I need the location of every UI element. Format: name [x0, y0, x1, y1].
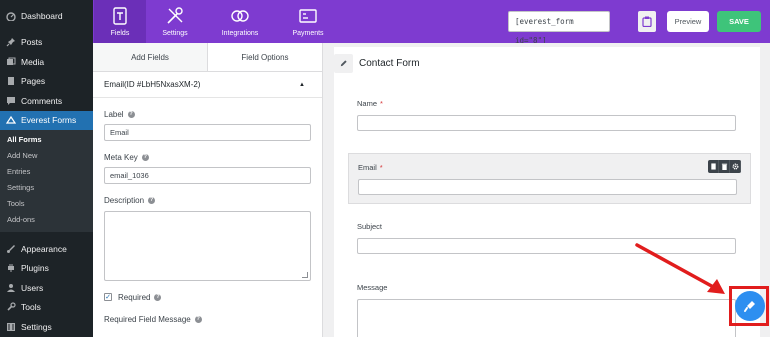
tab-payments-label: Payments: [292, 30, 324, 37]
menu-tools[interactable]: Tools: [0, 298, 93, 318]
shortcode-field[interactable]: [everest_form id="8"]: [508, 11, 610, 45]
menu-comments-label: Comments: [21, 95, 63, 106]
field-email-selected[interactable]: Email *: [348, 153, 751, 204]
label-input[interactable]: Email: [104, 124, 311, 141]
form-header: Contact Form: [334, 53, 420, 73]
menu-users-label: Users: [21, 282, 44, 293]
clipboard-icon: [642, 16, 652, 27]
integrations-icon: [231, 10, 249, 22]
help-icon[interactable]: ?: [127, 110, 135, 118]
tab-field-options[interactable]: Field Options: [207, 43, 322, 71]
menu-comments[interactable]: Comments: [0, 91, 93, 111]
required-asterisk: *: [379, 163, 383, 172]
field-options-panel: Add Fields Field Options Email(ID #LbH5N…: [93, 43, 323, 337]
menu-plugins-label: Plugins: [21, 263, 49, 274]
fields-icon: [113, 7, 127, 25]
submenu-settings[interactable]: Settings: [0, 180, 93, 196]
field-subject-label: Subject: [357, 222, 383, 231]
copy-shortcode-button[interactable]: [638, 11, 656, 32]
help-icon[interactable]: ?: [194, 315, 202, 323]
menu-dashboard[interactable]: Dashboard: [0, 6, 93, 26]
tab-add-fields[interactable]: Add Fields: [93, 43, 207, 71]
submenu-entries[interactable]: Entries: [0, 164, 93, 180]
required-label: Required: [118, 292, 151, 302]
field-options-header[interactable]: Email(ID #LbH5NxasXM-2) ▲: [93, 72, 322, 98]
submenu-add-ons[interactable]: Add-ons: [0, 212, 93, 228]
wp-admin-sidebar: Dashboard Posts Media Pages Comments Eve…: [0, 0, 93, 337]
tab-payments[interactable]: Payments: [282, 0, 334, 43]
paint-roller-icon: [744, 301, 755, 312]
message-textarea[interactable]: [357, 299, 736, 337]
help-icon[interactable]: ?: [148, 196, 156, 204]
required-asterisk: *: [380, 99, 383, 108]
everest-forms-submenu: All Forms Add New Entries Settings Tools…: [0, 130, 93, 232]
required-message-label: Required Field Message ?: [104, 314, 202, 324]
wrench-icon: [5, 302, 16, 313]
payments-icon: [299, 9, 317, 23]
name-input[interactable]: [357, 115, 736, 131]
pages-icon: [5, 76, 16, 87]
field-name[interactable]: Name *: [357, 99, 736, 131]
tab-fields[interactable]: Fields: [94, 0, 146, 43]
menu-plugins[interactable]: Plugins: [0, 259, 93, 279]
comments-icon: [5, 95, 16, 106]
tab-settings[interactable]: Settings: [149, 0, 201, 43]
users-icon: [5, 282, 16, 293]
menu-media-label: Media: [21, 56, 45, 67]
everest-forms-icon: [5, 115, 16, 126]
field-name-label: Name: [357, 99, 378, 108]
menu-everest-forms-label: Everest Forms: [21, 115, 77, 126]
menu-appearance-label: Appearance: [21, 243, 67, 254]
menu-dashboard-label: Dashboard: [21, 10, 63, 21]
form-title: Contact Form: [359, 57, 420, 69]
email-input[interactable]: [358, 179, 737, 195]
save-button[interactable]: SAVE: [717, 11, 761, 32]
dashboard-icon: [5, 10, 16, 21]
pin-icon: [5, 37, 16, 48]
sliders-icon: [5, 321, 16, 332]
annotation-arrow: [635, 243, 725, 294]
preview-button[interactable]: Preview: [667, 11, 709, 32]
tab-integrations[interactable]: Integrations: [214, 0, 266, 43]
submenu-add-new[interactable]: Add New: [0, 148, 93, 164]
paintbrush-icon: [5, 243, 16, 254]
description-label: Description ?: [104, 195, 156, 205]
menu-pages-label: Pages: [21, 76, 46, 87]
description-textarea[interactable]: [104, 211, 311, 281]
field-email-label: Email: [358, 163, 377, 172]
submenu-all-forms[interactable]: All Forms: [0, 132, 93, 148]
tab-fields-label: Fields: [110, 30, 130, 37]
style-customizer-button[interactable]: [735, 291, 765, 321]
menu-pages[interactable]: Pages: [0, 72, 93, 92]
submenu-tools[interactable]: Tools: [0, 196, 93, 212]
menu-everest-forms[interactable]: Everest Forms: [0, 110, 93, 130]
menu-posts[interactable]: Posts: [0, 33, 93, 53]
meta-key-label: Meta Key ?: [104, 152, 149, 162]
edit-title-button[interactable]: [334, 53, 353, 73]
required-checkbox[interactable]: ✓: [104, 293, 112, 301]
field-options-title: Email(ID #LbH5NxasXM-2): [104, 80, 201, 89]
builder-header: Fields Settings Integrations Payments [e…: [93, 0, 770, 45]
collapse-caret-icon[interactable]: ▲: [299, 72, 305, 98]
menu-settings-label: Settings: [21, 321, 52, 332]
label-option-label: Label ?: [104, 109, 135, 119]
pencil-icon: [340, 59, 347, 66]
menu-media[interactable]: Media: [0, 52, 93, 72]
menu-settings[interactable]: Settings: [0, 317, 93, 337]
media-icon: [5, 56, 16, 67]
tools-icon: [167, 7, 183, 24]
menu-tools-label: Tools: [21, 302, 41, 313]
help-icon[interactable]: ?: [154, 293, 162, 301]
help-icon[interactable]: ?: [141, 153, 149, 161]
menu-appearance[interactable]: Appearance: [0, 239, 93, 259]
plug-icon: [5, 263, 16, 274]
menu-posts-label: Posts: [21, 37, 43, 48]
tab-settings-label: Settings: [162, 30, 188, 37]
tab-integrations-label: Integrations: [221, 30, 259, 37]
required-option: ✓ Required ?: [93, 291, 322, 303]
meta-key-input[interactable]: email_1036: [104, 167, 311, 184]
panel-tabs: Add Fields Field Options: [93, 43, 322, 72]
menu-users[interactable]: Users: [0, 278, 93, 298]
